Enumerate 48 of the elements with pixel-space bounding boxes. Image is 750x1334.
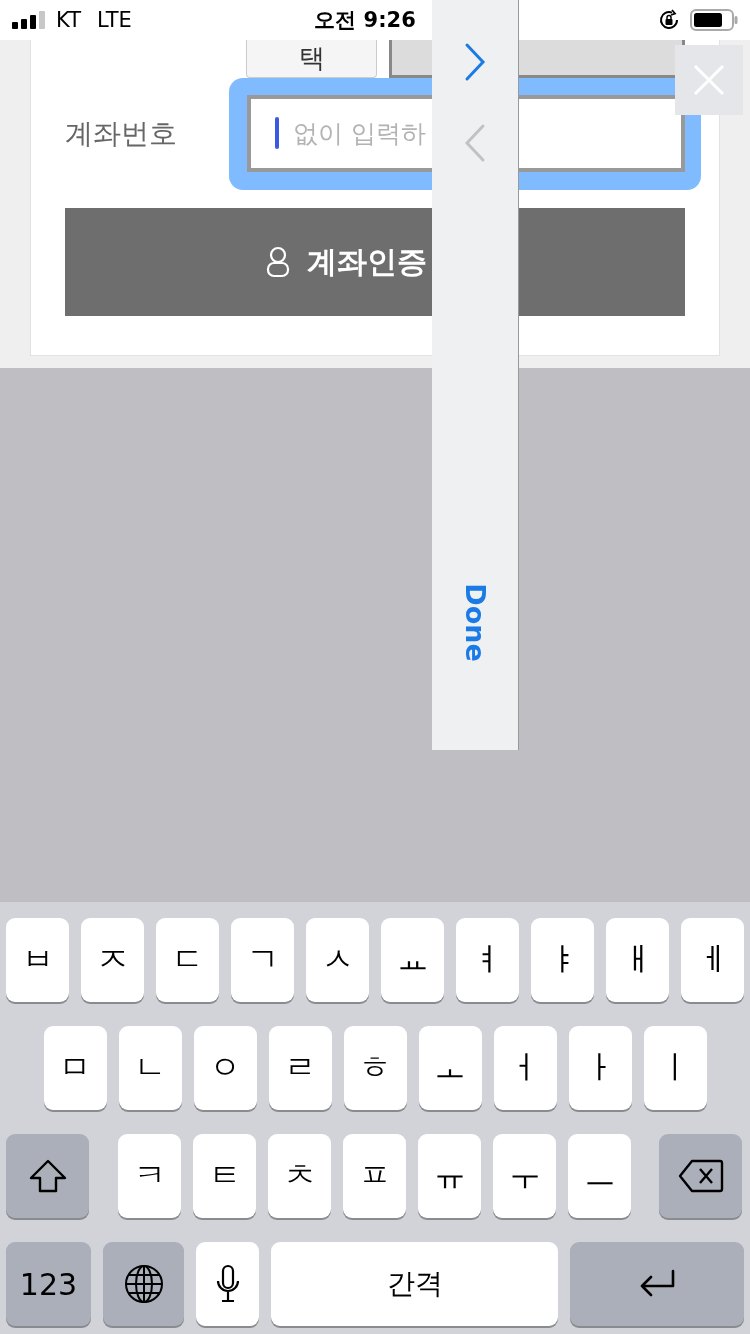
numbers-key[interactable]: 123	[6, 1242, 91, 1326]
letter-key[interactable]: ㅅ	[306, 918, 369, 1002]
letter-key[interactable]: ㅋ	[118, 1134, 181, 1218]
letter-key[interactable]: ㅣ	[643, 1026, 707, 1110]
letter-key[interactable]: ㅐ	[606, 918, 669, 1002]
letter-key[interactable]: ㅏ	[568, 1026, 632, 1110]
backspace-key[interactable]	[659, 1134, 742, 1218]
bank-select-button[interactable]: 택	[246, 40, 377, 78]
letter-key[interactable]: ㅓ	[493, 1026, 557, 1110]
battery-icon	[690, 9, 738, 31]
account-number-label: 계좌번호	[65, 116, 178, 152]
letter-key[interactable]: ㅛ	[381, 918, 444, 1002]
letter-key[interactable]: ㅊ	[268, 1134, 331, 1218]
signal-icon	[12, 11, 46, 29]
letter-key[interactable]: ㄹ	[268, 1026, 332, 1110]
backspace-icon	[677, 1159, 724, 1193]
letter-key[interactable]: ㄷ	[156, 918, 219, 1002]
letter-key[interactable]: ㅂ	[6, 918, 69, 1002]
rotation-lock-icon	[658, 9, 680, 31]
done-button[interactable]: Done	[459, 583, 491, 662]
letter-key[interactable]: ㅌ	[193, 1134, 256, 1218]
letter-key[interactable]: ㅗ	[418, 1026, 482, 1110]
letter-key[interactable]: ㅑ	[531, 918, 594, 1002]
letter-key[interactable]: ㅕ	[456, 918, 519, 1002]
letter-key[interactable]: ㅈ	[81, 918, 144, 1002]
carrier-name: KT	[56, 8, 81, 32]
letter-key[interactable]: ㅔ	[681, 918, 744, 1002]
letter-key[interactable]: ㅎ	[343, 1026, 407, 1110]
letter-key[interactable]: ㅠ	[418, 1134, 481, 1218]
text-cursor	[275, 117, 279, 149]
microphone-key[interactable]	[196, 1242, 259, 1326]
shift-icon	[27, 1158, 68, 1194]
letter-key[interactable]: ㅜ	[493, 1134, 556, 1218]
letter-key[interactable]: ㄱ	[231, 918, 294, 1002]
close-icon	[693, 64, 725, 96]
letter-key[interactable]: ㅇ	[193, 1026, 257, 1110]
network-type: LTE	[96, 8, 132, 32]
letter-key[interactable]: ㅡ	[568, 1134, 631, 1218]
person-icon	[265, 246, 291, 278]
letter-key[interactable]: ㄴ	[118, 1026, 182, 1110]
globe-icon	[123, 1264, 164, 1304]
clock-time: 오전 9:26	[314, 7, 416, 34]
letter-key[interactable]: ㅁ	[43, 1026, 107, 1110]
globe-key[interactable]	[103, 1242, 184, 1326]
space-key[interactable]: 간격	[271, 1242, 558, 1326]
letter-key[interactable]: ㅍ	[343, 1134, 406, 1218]
shift-key[interactable]	[6, 1134, 89, 1218]
microphone-icon	[214, 1264, 241, 1304]
